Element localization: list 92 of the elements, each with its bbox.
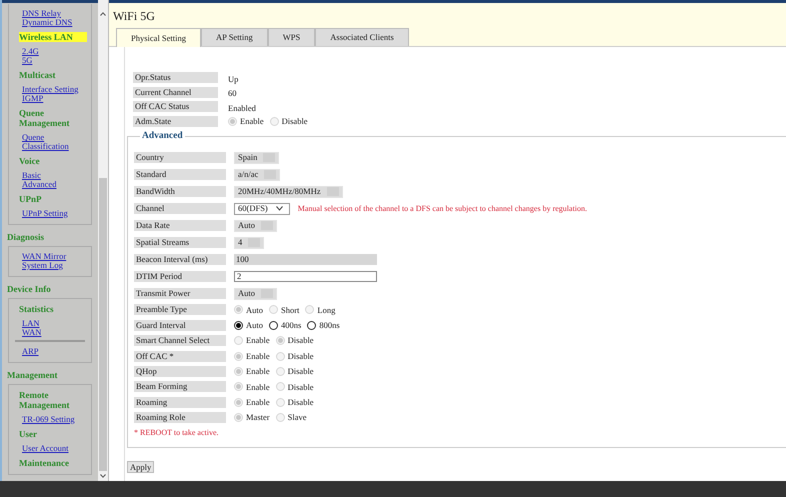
radio-button[interactable] xyxy=(269,320,278,330)
sidebar-link[interactable]: 2.4G xyxy=(22,47,39,56)
field-label: DTIM Period xyxy=(134,271,226,282)
scroll-up-icon[interactable] xyxy=(100,12,106,16)
option-label: Auto xyxy=(246,318,263,332)
option-label: Slave xyxy=(288,411,306,424)
field-label: Standard xyxy=(134,169,226,180)
field-label: Channel xyxy=(134,203,226,214)
sidebar-link[interactable]: WAN Mirror xyxy=(22,252,66,261)
option-label: Enable xyxy=(246,396,270,409)
option-label: Enable xyxy=(246,334,270,348)
field-value: 60 xyxy=(228,88,236,98)
sidebar-heading: Management xyxy=(7,370,58,380)
option-label: Disable xyxy=(288,396,314,409)
tab[interactable]: WPS xyxy=(268,28,316,46)
sidebar-heading: Wireless LAN xyxy=(19,32,87,42)
option-label: Disable xyxy=(282,114,308,128)
field-label: Data Rate xyxy=(134,220,226,232)
option-label: 400ns xyxy=(281,318,302,332)
sidebar-heading: Quene Management xyxy=(19,108,70,128)
sidebar-link[interactable]: WAN xyxy=(22,328,42,337)
field-label: Country xyxy=(134,152,226,164)
sidebar-heading: Device Info xyxy=(7,284,52,294)
sidebar-link[interactable]: DNS Relay xyxy=(22,9,61,18)
tab[interactable]: Associated Clients xyxy=(315,28,409,46)
sidebar-link[interactable]: IGMP xyxy=(22,94,44,103)
sidebar-link[interactable]: LAN xyxy=(22,319,40,328)
section-legend: Advanced xyxy=(140,129,185,144)
warning-note: Manual selection of the channel to a DFS can be subject to channel changes by regulation. xyxy=(298,202,588,215)
field-label: Roaming Role xyxy=(134,412,226,424)
sidebar-link[interactable]: Advanced xyxy=(22,180,56,189)
tab[interactable]: AP Setting xyxy=(201,28,268,46)
option-label: Master xyxy=(246,411,270,424)
option-label: Enable xyxy=(240,114,264,128)
sidebar-link[interactable]: Basic xyxy=(22,171,41,180)
field-label: Guard Interval xyxy=(134,320,226,331)
sidebar-link[interactable]: Quene xyxy=(22,133,44,142)
field-label: QHop xyxy=(134,366,226,377)
sidebar-heading: Maintenance xyxy=(19,458,70,468)
option-label: Long xyxy=(317,304,336,316)
sidebar-link[interactable]: ARP xyxy=(22,347,39,356)
option-label: 800ns xyxy=(319,318,340,332)
option-label: Short xyxy=(281,304,300,316)
field-label: Opr.Status xyxy=(133,72,218,84)
field-label: Beam Forming xyxy=(134,381,226,392)
footnote: * REBOOT to take active. xyxy=(134,427,220,440)
field-label: Current Channel xyxy=(133,86,218,98)
sidebar-heading: UPnP xyxy=(19,194,42,204)
field-label: Preamble Type xyxy=(134,304,226,316)
sidebar-link[interactable]: TR-069 Setting xyxy=(22,415,75,424)
sidebar-heading: Voice xyxy=(19,156,41,166)
sidebar-link[interactable]: Classification xyxy=(22,142,69,151)
sidebar-heading: Multicast xyxy=(19,70,56,80)
sidebar-link[interactable]: 5G xyxy=(22,56,32,65)
input-field[interactable]: 2 xyxy=(234,271,377,282)
sidebar-link[interactable]: System Log xyxy=(22,261,63,270)
sidebar-heading: Statistics xyxy=(19,304,54,314)
radio-button[interactable] xyxy=(307,320,316,330)
option-label: Enable xyxy=(246,380,270,394)
field-label: Roaming xyxy=(134,396,226,408)
field-label: BandWidth xyxy=(134,186,226,198)
sidebar-heading: Remote Management xyxy=(19,390,70,410)
option-label: Enable xyxy=(246,365,270,378)
option-label: Disable xyxy=(288,350,314,362)
option-label: Disable xyxy=(288,334,314,348)
apply-button[interactable]: Apply xyxy=(127,461,154,474)
sidebar-heading: Diagnosis xyxy=(7,232,46,242)
option-label: Auto xyxy=(246,304,263,316)
sidebar-heading: User xyxy=(19,429,38,439)
field-label: Beacon Interval (ms) xyxy=(134,254,226,266)
scroll-down-icon[interactable] xyxy=(100,474,106,478)
field-label: Smart Channel Select xyxy=(134,335,226,346)
scrollbar[interactable] xyxy=(98,0,108,481)
field-label: Transmit Power xyxy=(134,288,226,300)
field-value: Up xyxy=(228,74,238,84)
sidebar-link[interactable]: UPnP Setting xyxy=(22,209,68,218)
option-label: Disable xyxy=(288,380,314,394)
field-value: Enabled xyxy=(228,102,256,113)
option-label: Disable xyxy=(288,365,314,378)
field-label: Adm.State xyxy=(133,116,218,127)
sidebar-link[interactable]: User Account xyxy=(22,444,69,453)
field-label: Spatial Streams xyxy=(134,237,226,248)
sidebar-link[interactable]: Dynamic DNS xyxy=(22,18,72,27)
radio-button[interactable] xyxy=(234,320,243,330)
page-title: WiFi 5G xyxy=(113,9,156,23)
tab[interactable]: Physical Setting xyxy=(116,28,202,47)
sidebar-link[interactable]: Interface Setting xyxy=(22,85,78,94)
field-label: Off CAC * xyxy=(134,350,226,362)
field-label: Off CAC Status xyxy=(133,101,218,112)
option-label: Enable xyxy=(246,350,270,362)
chevron-down-icon xyxy=(276,206,284,212)
select-field[interactable]: 60(DFS) xyxy=(234,202,290,215)
